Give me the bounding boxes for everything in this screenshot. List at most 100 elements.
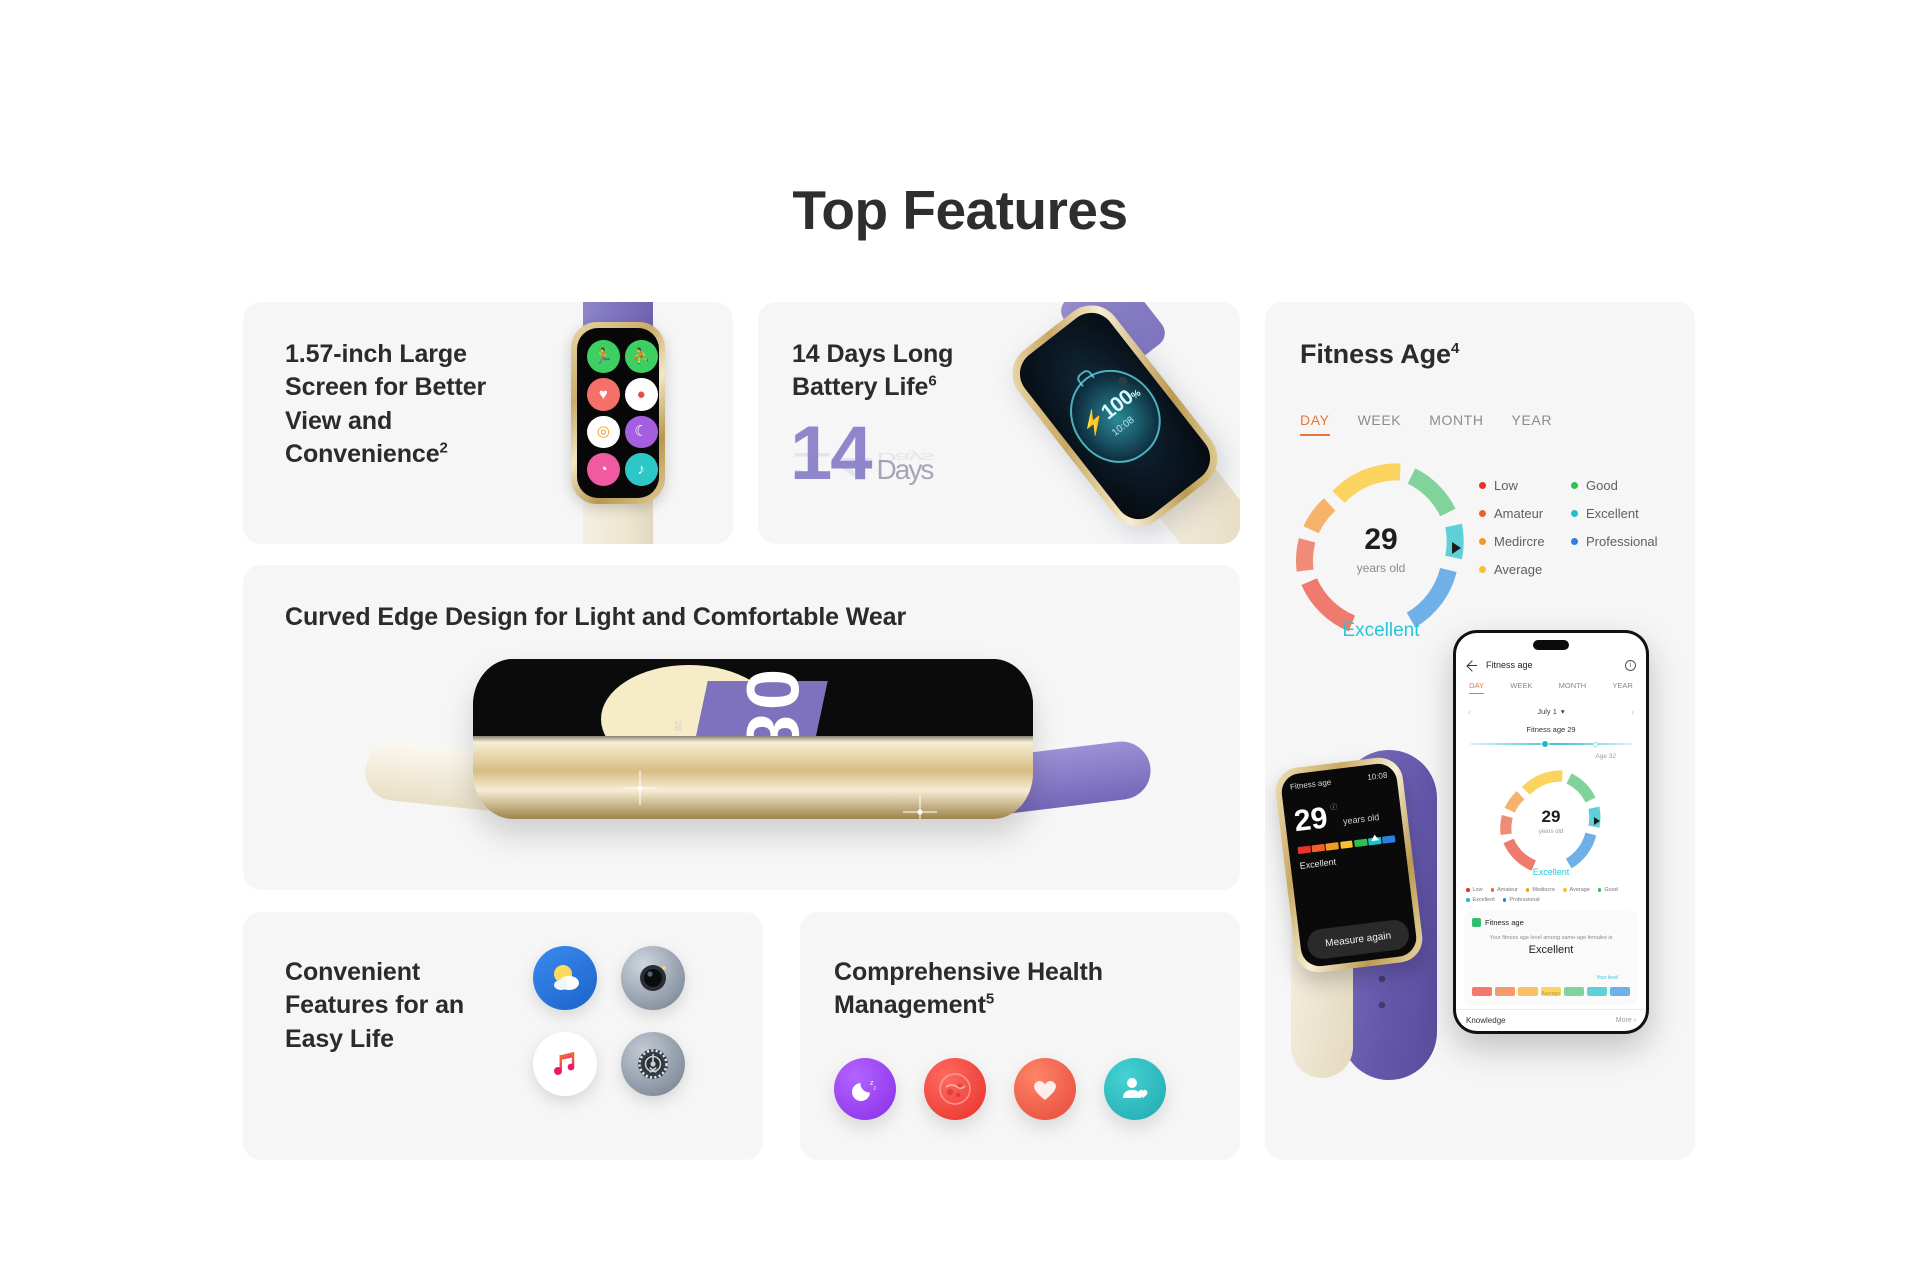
chevron-down-icon[interactable]: ▾ (1561, 707, 1565, 716)
gauge-rating-label: Excellent (1342, 620, 1420, 641)
legend-dot (1571, 510, 1578, 517)
prev-day-icon[interactable]: ‹ (1468, 707, 1471, 717)
info-icon[interactable]: ⓘ (1330, 802, 1338, 813)
womens-health-icon (1104, 1058, 1166, 1120)
sparkle-highlight (623, 771, 657, 805)
info-icon[interactable]: i (1625, 659, 1636, 671)
phone-tab-day[interactable]: DAY (1469, 681, 1484, 694)
watch-device-curved-profile: 08 28 (362, 641, 1154, 881)
back-arrow-icon[interactable] (1466, 659, 1478, 671)
phone-legend-item-amateur: Amateur (1490, 887, 1518, 893)
page-title: Top Features (792, 179, 1128, 241)
legend-item-excellent: Excellent (1571, 506, 1671, 521)
watch-device-app-grid: 🏃 ⛹ ♥ ● ◎ ☾ ◔ ♪ (543, 302, 693, 544)
phone-gauge-pointer-icon (1594, 817, 1600, 825)
legend-dot (1479, 510, 1486, 517)
music-icon (533, 1032, 597, 1096)
watch-screen-curved: 08 28 (473, 659, 1033, 736)
watch-face-digits: 08 (731, 669, 814, 736)
measure-again-button[interactable]: Measure again (1305, 918, 1411, 961)
battery-orb-indicator: ⚡100% 10:08 (1051, 351, 1179, 481)
sparkle-highlight (903, 795, 937, 819)
heart-rate-icon (1014, 1058, 1076, 1120)
phone-tab-week[interactable]: WEEK (1510, 681, 1532, 694)
blood-oxygen-icon (924, 1058, 986, 1120)
tab-month[interactable]: MONTH (1429, 412, 1483, 436)
feature-card-curved-edge: Curved Edge Design for Light and Comfort… (243, 565, 1240, 890)
more-link[interactable]: More › (1616, 1017, 1636, 1024)
camera-icon (621, 946, 685, 1010)
fitness-age-badge-icon (1472, 918, 1481, 927)
tab-week[interactable]: WEEK (1358, 412, 1402, 436)
fitness-age-legend: Low Good Amateur Excellent Medircre Prof… (1479, 478, 1671, 577)
phone-legend-item-low: Low (1466, 887, 1483, 893)
phone-gauge-unit: years old (1538, 829, 1564, 835)
phone-gauge-value: 29 (1541, 807, 1561, 826)
phone-gauge-readout: 29 years old (1499, 769, 1603, 873)
gauge-center-readout: 29 years old (1293, 460, 1469, 636)
phone-device-fitness-age: Fitness age i DAY WEEK MONTH YEAR ‹ July… (1453, 630, 1649, 1034)
next-day-icon[interactable]: › (1631, 707, 1634, 717)
phone-legend-item-mediocre: Mediocre (1525, 887, 1555, 893)
tab-year[interactable]: YEAR (1512, 412, 1553, 436)
phone-legend-item-good: Good (1597, 887, 1618, 893)
card-title-large-screen: 1.57-inch Large Screen for Better View a… (285, 340, 487, 468)
legend-dot (1571, 482, 1578, 489)
phone-legend: Low Amateur Mediocre Average Good Excell… (1466, 887, 1636, 903)
phone-age-marker-label: Age 32 (1595, 753, 1616, 760)
card-title-fitness-age: Fitness Age4 (1300, 339, 1460, 369)
sleep-icon: ☾ (624, 415, 658, 449)
convenient-icon-grid (533, 946, 733, 1118)
product-feature-page: Top Features 1.57-inch Large Screen for … (0, 0, 1920, 1261)
watch-screen-fitness-age: Fitness age 10:08 29 ⓘ years old Excelle… (1279, 761, 1419, 969)
gauge-age-unit: years old (1356, 561, 1406, 575)
watch-age-unit: years old (1342, 811, 1380, 827)
summary-level-bars: Average (1472, 987, 1630, 997)
legend-dot (1479, 482, 1486, 489)
slider-knob-reference[interactable] (1593, 741, 1599, 747)
phone-period-tabs: DAY WEEK MONTH YEAR (1456, 681, 1646, 694)
blood-oxygen-icon: ● (624, 377, 658, 411)
watch-device-fitness-age: Fitness age 10:08 29 ⓘ years old Excelle… (1272, 750, 1453, 1094)
sleep-monitor-icon: z z (834, 1058, 896, 1120)
phone-age-slider[interactable] (1470, 740, 1632, 748)
legend-item-amateur: Amateur (1479, 506, 1565, 521)
summary-card-header: Fitness age (1472, 918, 1630, 927)
watch-age-readout: 29 ⓘ years old (1292, 796, 1394, 838)
stress-icon: ◔ (587, 453, 620, 486)
card-title-curved-edge: Curved Edge Design for Light and Comfort… (285, 603, 907, 631)
phone-legend-item-average: Average (1563, 887, 1590, 893)
tab-day[interactable]: DAY (1300, 412, 1330, 436)
battery-nub (1074, 367, 1095, 388)
card-title-health-management: Comprehensive Health Management5 (834, 958, 1103, 1020)
phone-date-selector: ‹ July 1 ▾ › (1456, 707, 1646, 717)
knowledge-link[interactable]: Knowledge (1466, 1016, 1506, 1025)
activity-rings-icon: ◎ (587, 415, 620, 449)
feature-card-large-screen: 1.57-inch Large Screen for Better View a… (243, 302, 733, 544)
summary-card-value: Excellent (1528, 944, 1574, 956)
music-icon: ♪ (624, 453, 658, 486)
phone-fitness-gauge: 29 years old Excellent (1499, 769, 1603, 877)
fitness-age-gauge: 29 years old Excellent (1293, 460, 1469, 641)
feature-card-battery-life: 14 Days Long Battery Life6 14 Days 14 Days… (758, 302, 1240, 544)
slider-knob-current[interactable] (1541, 740, 1550, 748)
phone-tab-month[interactable]: MONTH (1559, 681, 1587, 694)
legend-dot (1479, 566, 1486, 573)
summary-card-title: Fitness age (1485, 918, 1524, 927)
feature-card-convenient-features: Convenient Features for an Easy Life (243, 912, 763, 1160)
legend-item-average: Average (1479, 562, 1565, 577)
phone-notch (1533, 640, 1569, 650)
health-icon-row: z z (834, 1058, 1166, 1120)
phone-tab-year[interactable]: YEAR (1612, 681, 1632, 694)
watch-screen-title: Fitness age (1289, 777, 1332, 792)
watch-body: 🏃 ⛹ ♥ ● ◎ ☾ ◔ ♪ (571, 322, 665, 504)
card-title-convenient-features: Convenient Features for an Easy Life (285, 958, 465, 1053)
watch-rating-label: Excellent (1299, 856, 1337, 871)
weather-icon (533, 946, 597, 1010)
phone-date-value[interactable]: July 1 (1537, 707, 1557, 716)
legend-item-professional: Professional (1571, 534, 1671, 549)
battery-days-reflection: 14 Days (790, 445, 933, 484)
watch-clock: 10:08 (1366, 770, 1388, 783)
phone-gauge-rating: Excellent (1532, 867, 1570, 877)
phone-legend-item-professional: Professional (1502, 897, 1540, 903)
